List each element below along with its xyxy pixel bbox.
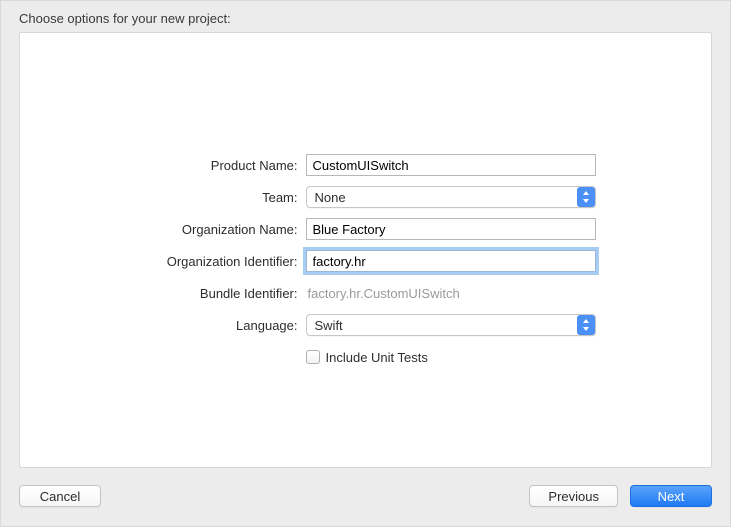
- row-bundle-identifier: Bundle Identifier: factory.hr.CustomUISw…: [86, 281, 646, 305]
- label-team: Team:: [86, 190, 306, 205]
- row-org-identifier: Organization Identifier:: [86, 249, 646, 273]
- team-popup[interactable]: None: [306, 186, 596, 208]
- bundle-identifier-value: factory.hr.CustomUISwitch: [306, 286, 460, 301]
- language-popup[interactable]: Swift: [306, 314, 596, 336]
- previous-button[interactable]: Previous: [529, 485, 618, 507]
- team-popup-value: None: [315, 190, 577, 205]
- updown-arrows-icon: [577, 187, 595, 207]
- label-org-identifier: Organization Identifier:: [86, 254, 306, 269]
- form-panel: Product Name: Team: None: [19, 32, 712, 468]
- footer: Cancel Previous Next: [1, 478, 730, 526]
- row-org-name: Organization Name:: [86, 217, 646, 241]
- page-title: Choose options for your new project:: [1, 1, 730, 32]
- row-product-name: Product Name:: [86, 153, 646, 177]
- new-project-options-window: Choose options for your new project: Pro…: [0, 0, 731, 527]
- project-options-form: Product Name: Team: None: [86, 153, 646, 369]
- next-button[interactable]: Next: [630, 485, 712, 507]
- label-bundle-identifier: Bundle Identifier:: [86, 286, 306, 301]
- row-team: Team: None: [86, 185, 646, 209]
- label-product-name: Product Name:: [86, 158, 306, 173]
- label-language: Language:: [86, 318, 306, 333]
- row-language: Language: Swift: [86, 313, 646, 337]
- org-identifier-input[interactable]: [306, 250, 596, 272]
- product-name-input[interactable]: [306, 154, 596, 176]
- updown-arrows-icon: [577, 315, 595, 335]
- label-org-name: Organization Name:: [86, 222, 306, 237]
- row-include-tests: Include Unit Tests: [86, 345, 646, 369]
- org-name-input[interactable]: [306, 218, 596, 240]
- include-tests-label: Include Unit Tests: [326, 350, 428, 365]
- include-tests-checkbox[interactable]: [306, 350, 320, 364]
- cancel-button[interactable]: Cancel: [19, 485, 101, 507]
- language-popup-value: Swift: [315, 318, 577, 333]
